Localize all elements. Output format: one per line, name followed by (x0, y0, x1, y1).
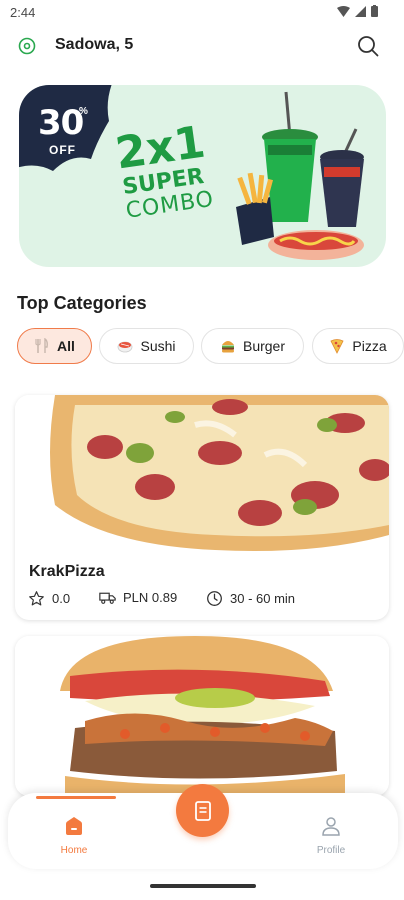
star-icon (29, 591, 44, 606)
search-icon[interactable] (357, 35, 379, 57)
nav-active-indicator (36, 796, 116, 799)
discount-number: 30 (38, 103, 84, 143)
rating-value: 0.0 (52, 591, 71, 606)
sushi-icon (118, 341, 133, 353)
delivery-truck-icon (99, 592, 116, 604)
chip-label-sushi: Sushi (140, 338, 176, 354)
promo-banner[interactable]: 30 % OFF 2x1 SUPER COMBO (19, 85, 386, 267)
chip-pizza[interactable]: Pizza (312, 328, 404, 364)
restaurant-card[interactable] (15, 636, 389, 796)
delivery-fee-value: PLN 0.89 (123, 590, 178, 605)
discount-off: OFF (49, 143, 76, 157)
cutlery-icon (35, 338, 48, 353)
category-chips: All Sushi Burger Pizza (17, 328, 404, 364)
delivery-fee: PLN 0.89 (99, 590, 177, 605)
delivery-time: 30 - 60 min (206, 590, 295, 607)
combo-headline: 2x1 SUPER COMBO (112, 117, 215, 224)
restaurant-image-pizza (15, 395, 389, 552)
restaurant-card[interactable]: KrakPizza 0.0 PLN 0.89 30 - 60 min (15, 395, 389, 620)
nav-home-label: Home (60, 845, 88, 856)
nav-profile[interactable]: Profile (291, 815, 371, 856)
nav-profile-label: Profile (316, 845, 346, 856)
chip-sushi[interactable]: Sushi (99, 328, 194, 364)
chip-label-burger: Burger (242, 338, 286, 354)
status-bar: 2:44 (0, 0, 404, 26)
delivery-address[interactable]: Sadowa, 5 (55, 36, 133, 54)
pizza-icon (330, 339, 344, 354)
gesture-home-indicator (150, 884, 256, 888)
restaurant-image-burger (15, 636, 389, 796)
status-time: 2:44 (10, 5, 36, 20)
profile-icon (322, 817, 340, 836)
restaurant-name: KrakPizza (29, 563, 105, 580)
home-icon (66, 817, 82, 835)
signal-icon (355, 5, 366, 17)
delivery-time-value: 30 - 60 min (230, 591, 296, 606)
discount-percent: % (79, 106, 88, 117)
nav-home[interactable]: Home (34, 815, 114, 856)
header: Sadowa, 5 (0, 30, 404, 62)
orders-fab-button[interactable] (176, 784, 229, 837)
clock-icon (207, 591, 222, 606)
combo-food-illustration (236, 91, 364, 260)
battery-icon (371, 5, 378, 17)
status-icons (337, 5, 378, 17)
receipt-icon (194, 800, 211, 821)
chip-label-all: All (57, 338, 75, 354)
chip-all[interactable]: All (17, 328, 92, 364)
section-title-top-categories: Top Categories (17, 293, 147, 313)
burger-icon (221, 341, 234, 353)
chip-burger[interactable]: Burger (201, 328, 304, 364)
location-pin-icon[interactable] (17, 36, 37, 56)
wifi-icon (337, 5, 350, 17)
rating: 0.0 (28, 590, 70, 607)
chip-label-pizza: Pizza (352, 338, 387, 354)
